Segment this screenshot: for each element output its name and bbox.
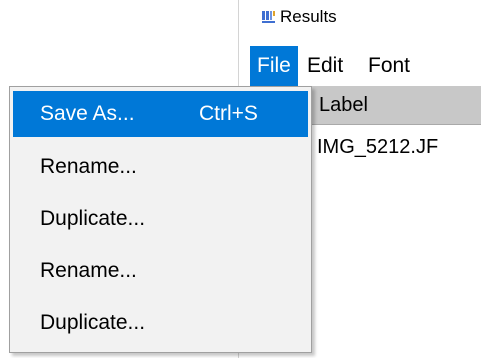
menu-file[interactable]: File <box>250 46 298 86</box>
menu-item-label: Duplicate... <box>40 207 146 230</box>
screen: Results File Edit Font Label IMG_5212.JF… <box>0 0 481 358</box>
menu-edit[interactable]: Edit <box>307 46 343 86</box>
menu-item-label: Duplicate... <box>40 311 146 334</box>
menu-item-label: Save As... <box>40 102 135 125</box>
menu-item-duplicate-2[interactable]: Duplicate... <box>13 300 308 346</box>
menubar: File Edit Font <box>239 46 481 86</box>
menu-item-label: Rename... <box>40 155 137 178</box>
window-title: Results <box>280 7 337 26</box>
menu-item-label: Rename... <box>40 259 137 282</box>
menu-font[interactable]: Font <box>368 46 410 86</box>
menu-item-save-as[interactable]: Save As... Ctrl+S <box>13 91 308 137</box>
menu-item-shortcut: Ctrl+S <box>199 102 258 125</box>
table-row[interactable]: IMG_5212.JF <box>317 128 438 166</box>
menu-item-rename-2[interactable]: Rename... <box>13 248 308 294</box>
imagej-results-icon <box>262 10 276 24</box>
menu-item-duplicate[interactable]: Duplicate... <box>13 196 308 242</box>
column-header-label[interactable]: Label <box>319 86 368 124</box>
window-titlebar: Results <box>239 0 481 44</box>
menu-item-rename[interactable]: Rename... <box>13 144 308 190</box>
file-menu-dropdown: Save As... Ctrl+S Rename... Duplicate...… <box>9 86 312 353</box>
